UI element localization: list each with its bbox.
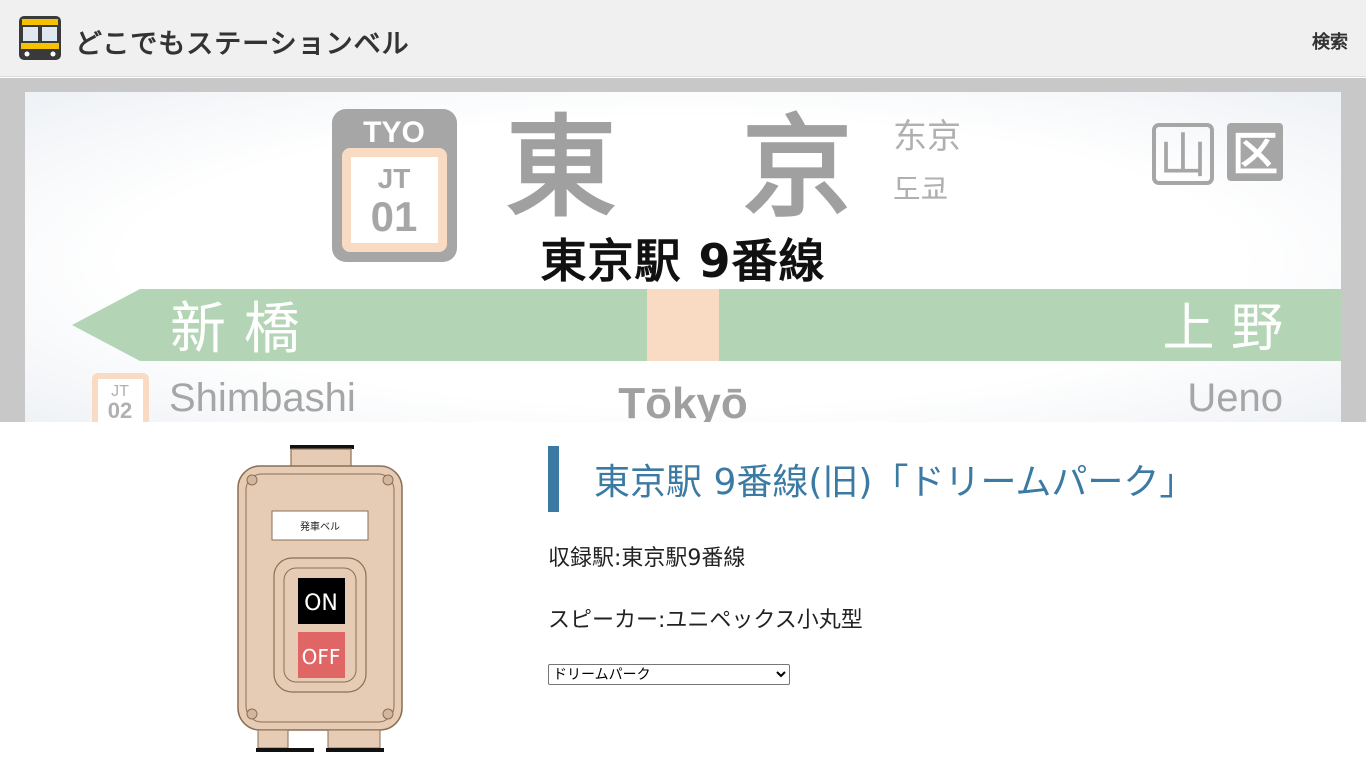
district-mark-ku: 区	[1232, 127, 1278, 181]
district-marks: 山 区	[1152, 123, 1283, 185]
on-button[interactable]: ON	[298, 578, 345, 624]
station-sign-banner: TYO JT 01 東 京 东京 도쿄 山 区 新 橋 上 野 JT 02 Sh…	[0, 78, 1366, 422]
site-header: どこでもステーションベル 検索	[0, 0, 1366, 77]
next-station-kanji[interactable]: 上 野	[1162, 299, 1283, 359]
sound-select[interactable]: ドリームパーク	[548, 664, 790, 685]
station-romaji: Tōkyō	[618, 379, 748, 422]
bell-detail: 東京駅 9番線(旧)「ドリームパーク」 収録駅:東京駅9番線 スピーカー:ユニペ…	[548, 446, 1328, 685]
search-link[interactable]: 検索	[1312, 28, 1348, 54]
next-station-romaji: Ueno	[1187, 376, 1283, 420]
prev-station-number-badge: JT 02	[92, 373, 149, 422]
prev-station-romaji: Shimbashi	[169, 376, 356, 420]
on-button-label: ON	[304, 591, 338, 616]
train-logo-icon[interactable]	[17, 14, 63, 62]
station-name-zh: 东京	[893, 117, 961, 157]
platform-overlay-title: 東京駅 9番線	[540, 234, 826, 288]
off-button[interactable]: OFF	[298, 632, 345, 678]
bell-title: 東京駅 9番線(旧)「ドリームパーク」	[548, 446, 1328, 512]
station-code: TYO	[363, 116, 425, 149]
speaker-type: スピーカー:ユニペックス小丸型	[548, 608, 863, 633]
site-title[interactable]: どこでもステーションベル	[75, 22, 410, 61]
station-name-ko: 도쿄	[893, 173, 948, 208]
prev-station-kanji[interactable]: 新 橋	[170, 297, 300, 362]
line-direction-bar: 新 橋 上 野	[72, 289, 1341, 362]
district-mark-yama: 山	[1159, 128, 1207, 184]
station-name-kanji: 東 京	[506, 104, 860, 232]
line-code: JT	[378, 163, 411, 194]
bell-switch-panel: 発車ベル ON OFF	[232, 440, 408, 756]
bell-panel-label: 発車ベル	[300, 520, 340, 533]
off-button-label: OFF	[302, 645, 341, 669]
recorded-station: 収録駅:東京駅9番線	[548, 546, 746, 571]
prev-station-number: 02	[108, 398, 132, 422]
